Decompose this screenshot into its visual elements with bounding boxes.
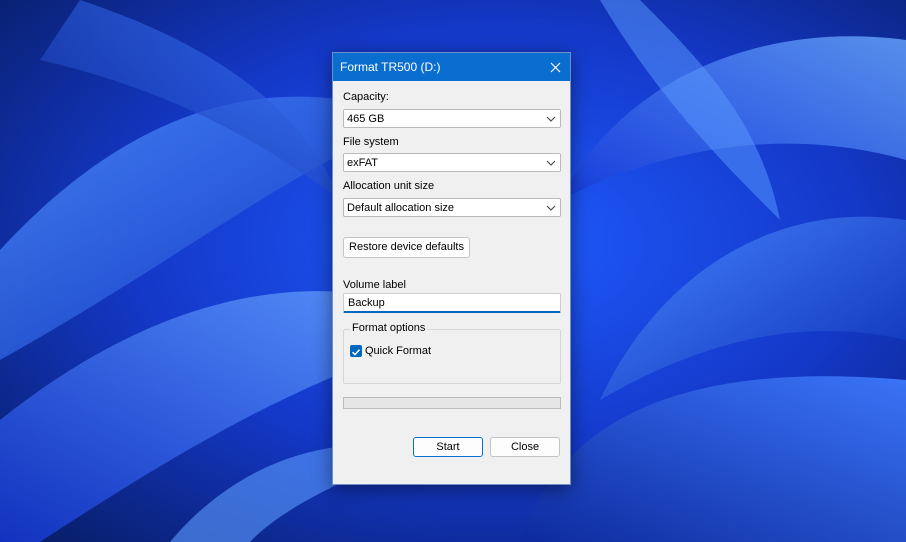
file-system-label: File system [343,136,399,148]
file-system-value: exFAT [347,157,378,169]
volume-label-label: Volume label [343,279,406,291]
checkmark-icon [351,349,361,356]
chevron-down-icon [546,116,556,122]
format-progress-bar [343,397,561,409]
allocation-label: Allocation unit size [343,180,435,192]
format-options-title: Format options [350,322,428,334]
quick-format-label: Quick Format [365,345,432,357]
capacity-select[interactable]: 465 GB [343,109,561,128]
format-options-group: Format options Quick Format [343,322,561,384]
chevron-down-icon [546,160,556,166]
file-system-select[interactable]: exFAT [343,153,561,172]
allocation-select[interactable]: Default allocation size [343,198,561,217]
title-bar[interactable]: Format TR500 (D:) [333,53,570,81]
start-button[interactable]: Start [413,437,483,457]
close-icon [550,62,560,72]
restore-defaults-button[interactable]: Restore device defaults [343,237,470,258]
title-close-button[interactable] [540,53,570,81]
quick-format-checkbox[interactable] [350,345,362,357]
format-dialog: Format TR500 (D:) Capacity: 465 GB File … [332,52,571,485]
volume-label-value: Backup [348,297,385,309]
capacity-label: Capacity: [343,91,389,103]
dialog-title: Format TR500 (D:) [340,60,441,74]
capacity-value: 465 GB [347,113,385,125]
close-button[interactable]: Close [490,437,560,457]
volume-label-input[interactable]: Backup [343,293,561,313]
chevron-down-icon [546,205,556,211]
allocation-value: Default allocation size [347,202,455,214]
